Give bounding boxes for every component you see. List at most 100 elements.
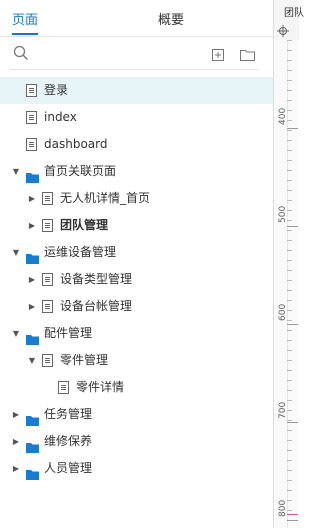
tree-item-label: index: [44, 110, 77, 124]
page-icon: [26, 138, 37, 151]
canvas-title: 团队: [284, 8, 304, 19]
chevron-right-icon[interactable]: ▶: [27, 293, 37, 320]
page-icon: [58, 381, 69, 394]
ruler-tick: [287, 380, 292, 381]
chevron-down-icon[interactable]: ▼: [11, 239, 21, 266]
ruler-tick: [287, 200, 292, 201]
page-icon: [42, 219, 53, 232]
ruler-tick: [287, 40, 292, 41]
page-icon: [42, 300, 53, 313]
folder-icon: [26, 436, 39, 453]
ruler-tick: [287, 450, 292, 451]
folder-icon: [26, 247, 39, 264]
ruler-tick: [287, 260, 292, 261]
ruler-tick: [287, 170, 292, 171]
ruler-tick: [287, 430, 292, 431]
tree-page[interactable]: ▶ 设备类型管理: [0, 266, 273, 293]
ruler-tick: [287, 330, 292, 331]
chevron-right-icon[interactable]: ▶: [27, 185, 37, 212]
tree-page[interactable]: ▶ 团队管理: [0, 212, 273, 239]
tree-page[interactable]: index: [0, 104, 273, 131]
ruler-major-tick: [287, 422, 298, 423]
ruler-tick: [287, 460, 292, 461]
page-icon: [42, 192, 53, 205]
tab-overview[interactable]: 概要: [158, 12, 184, 30]
tab-pages[interactable]: 页面: [12, 12, 38, 30]
ruler-label: 600: [278, 303, 288, 321]
ruler-tick: [287, 150, 292, 151]
tree-page[interactable]: ▶ 设备台帐管理: [0, 293, 273, 320]
ruler-tick: [287, 440, 292, 441]
folder-icon: [26, 409, 39, 426]
tree-page[interactable]: ▼ 零件管理: [0, 347, 273, 374]
add-page-icon[interactable]: [212, 46, 224, 65]
ruler-tick: [287, 60, 292, 61]
chevron-right-icon[interactable]: ▶: [27, 212, 37, 239]
ruler-major-tick: [287, 324, 298, 325]
ruler-tick: [287, 190, 292, 191]
tree-folder[interactable]: ▶ 任务管理: [0, 401, 273, 428]
page-icon: [42, 273, 53, 286]
ruler-tick: [287, 230, 292, 231]
search-divider: [10, 69, 258, 70]
chevron-down-icon[interactable]: ▼: [11, 320, 21, 347]
ruler-tick: [287, 390, 292, 391]
search-icon[interactable]: [13, 45, 29, 65]
page-icon: [42, 354, 53, 367]
chevron-right-icon[interactable]: ▶: [11, 455, 21, 482]
ruler-tick: [287, 100, 292, 101]
ruler-tick: [287, 280, 292, 281]
tree-item-label: 设备类型管理: [60, 272, 133, 286]
chevron-right-icon[interactable]: ▶: [27, 266, 37, 293]
crosshair-icon: [277, 22, 289, 41]
tree-item-label: 运维设备管理: [44, 245, 117, 259]
tree-page[interactable]: dashboard: [0, 131, 273, 158]
chevron-down-icon[interactable]: ▼: [27, 347, 37, 374]
chevron-right-icon[interactable]: ▶: [11, 401, 21, 428]
ruler-tick: [287, 80, 292, 81]
chevron-down-icon[interactable]: ▼: [11, 158, 21, 185]
ruler-label: 500: [278, 205, 288, 223]
ruler-major-tick: [287, 226, 298, 227]
ruler-label: 400: [278, 107, 288, 125]
ruler-tick: [287, 290, 292, 291]
tree-page[interactable]: 零件详情: [0, 374, 273, 401]
tree-folder[interactable]: ▶ 人员管理: [0, 455, 273, 482]
tree-folder[interactable]: ▼ 运维设备管理: [0, 239, 273, 266]
ruler-tick: [287, 180, 292, 181]
tree-item-label: 任务管理: [44, 407, 93, 421]
ruler-tick: [287, 90, 292, 91]
ruler-tick: [287, 270, 292, 271]
ruler-tick: [287, 300, 292, 301]
ruler-tick: [287, 420, 292, 421]
ruler-tick: [287, 250, 292, 251]
page-icon: [26, 111, 37, 124]
chevron-right-icon[interactable]: ▶: [11, 428, 21, 455]
tree-page[interactable]: 登录: [0, 77, 273, 104]
tree-item-label: 登录: [44, 83, 69, 97]
tree-folder[interactable]: ▶ 维修保养: [0, 428, 273, 455]
tree-item-label: 设备台帐管理: [60, 299, 133, 313]
ruler-tick: [287, 160, 292, 161]
ruler-tick: [287, 480, 292, 481]
page-panel: 页面 概要 登录 index dashboard ▼ 首页关联页面 ▶ 无人机详情_首页 ▶ 团…: [0, 0, 273, 528]
ruler-label: 700: [278, 401, 288, 419]
folder-icon: [26, 463, 39, 480]
guide-marker: [287, 514, 298, 515]
ruler-tick: [287, 360, 292, 361]
ruler-tick: [287, 370, 292, 371]
tree-item-label: 配件管理: [44, 326, 93, 340]
tree-item-label: 首页关联页面: [44, 164, 117, 178]
tree-item-label: 团队管理: [60, 218, 109, 232]
ruler-tick: [287, 470, 292, 471]
tree-folder[interactable]: ▼ 首页关联页面: [0, 158, 273, 185]
tree-item-label: 零件详情: [76, 380, 125, 394]
tree-item-label: 无人机详情_首页: [60, 191, 151, 205]
add-folder-icon[interactable]: [240, 46, 255, 65]
tree-page[interactable]: ▶ 无人机详情_首页: [0, 185, 273, 212]
tree-item-label: 零件管理: [60, 353, 109, 367]
ruler-tick: [287, 50, 292, 51]
ruler-corner: 团队: [273, 0, 304, 41]
tree-item-label: 人员管理: [44, 461, 93, 475]
tree-folder[interactable]: ▼ 配件管理: [0, 320, 273, 347]
